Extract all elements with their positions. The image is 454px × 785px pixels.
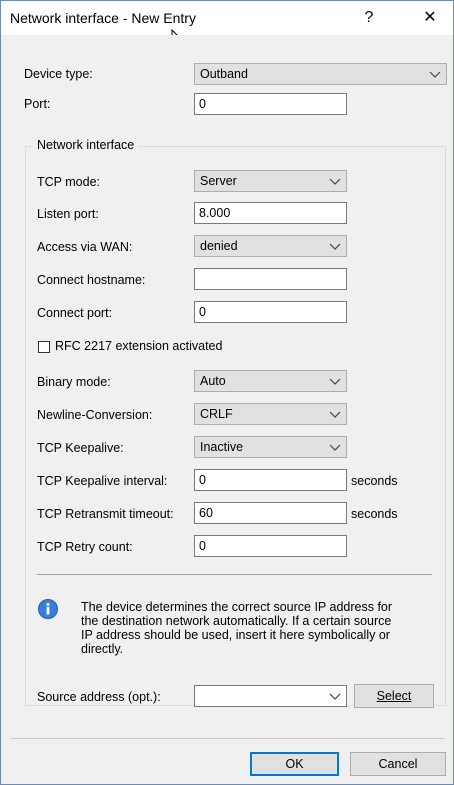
chevron-down-icon	[329, 243, 341, 250]
chevron-down-icon	[429, 71, 441, 78]
connect-hostname-field[interactable]	[194, 268, 347, 290]
access-wan-label: Access via WAN:	[37, 240, 133, 254]
info-line: directly.	[81, 642, 124, 656]
close-button[interactable]: ✕	[408, 5, 452, 31]
access-wan-value: denied	[200, 239, 238, 253]
ok-button[interactable]: OK	[250, 752, 339, 776]
binary-mode-select[interactable]: Auto	[194, 370, 347, 392]
device-type-value: Outband	[200, 67, 248, 81]
tcp-keepalive-label: TCP Keepalive:	[37, 441, 124, 455]
chevron-down-icon	[329, 378, 341, 385]
tcp-retransmit-label: TCP Retransmit timeout:	[37, 507, 174, 521]
tcp-mode-value: Server	[200, 174, 237, 188]
tcp-retransmit-field[interactable]: 60	[194, 502, 347, 524]
access-wan-select[interactable]: denied	[194, 235, 347, 257]
rfc2217-checkbox[interactable]	[38, 341, 50, 353]
tcp-keepalive-select[interactable]: Inactive	[194, 436, 347, 458]
dialog-window: Network interface - New Entry ? ✕ Device…	[0, 0, 454, 785]
listen-port-label: Listen port:	[37, 207, 99, 221]
network-interface-group-title: Network interface	[33, 138, 139, 152]
tcp-retry-count-field[interactable]: 0	[194, 535, 347, 557]
title-bar: Network interface - New Entry ? ✕	[1, 1, 453, 50]
rfc2217-label[interactable]: RFC 2217 extension activated	[55, 339, 222, 353]
select-button[interactable]: Select	[354, 684, 434, 708]
device-type-label: Device type:	[24, 67, 93, 81]
listen-port-field[interactable]: 8.000	[194, 202, 347, 224]
source-address-select[interactable]	[194, 685, 347, 707]
connect-port-label: Connect port:	[37, 306, 113, 320]
binary-mode-label: Binary mode:	[37, 375, 111, 389]
group-separator	[37, 574, 432, 575]
window-title: Network interface - New Entry	[10, 10, 196, 26]
chevron-down-icon	[329, 178, 341, 185]
tcp-retry-count-label: TCP Retry count:	[37, 540, 133, 554]
tcp-keepalive-value: Inactive	[200, 440, 244, 454]
dialog-body: Device type: Outband Port: 0 Network int…	[1, 35, 453, 784]
tcp-mode-label: TCP mode:	[37, 175, 100, 189]
footer-separator	[11, 738, 444, 739]
info-line: The device determines the correct source…	[81, 600, 393, 614]
connect-hostname-label: Connect hostname:	[37, 273, 146, 287]
port-field[interactable]: 0	[194, 93, 347, 115]
tcp-mode-select[interactable]: Server	[194, 170, 347, 192]
info-icon	[38, 599, 58, 619]
binary-mode-value: Auto	[200, 374, 226, 388]
cancel-button[interactable]: Cancel	[350, 752, 446, 776]
help-button[interactable]: ?	[347, 5, 391, 31]
newline-conversion-select[interactable]: CRLF	[194, 403, 347, 425]
source-address-label: Source address (opt.):	[37, 690, 161, 704]
tcp-keepalive-interval-label: TCP Keepalive interval:	[37, 474, 168, 488]
info-line: the destination network automatically. I…	[81, 614, 392, 628]
info-line: IP address should be used, insert it her…	[81, 628, 390, 642]
info-text: The device determines the correct source…	[81, 600, 431, 656]
chevron-down-icon	[329, 444, 341, 451]
newline-conversion-value: CRLF	[200, 407, 233, 421]
chevron-down-icon	[329, 411, 341, 418]
chevron-down-icon	[329, 693, 341, 700]
keepalive-interval-unit: seconds	[351, 474, 398, 488]
connect-port-field[interactable]: 0	[194, 301, 347, 323]
tcp-keepalive-interval-field[interactable]: 0	[194, 469, 347, 491]
retransmit-unit: seconds	[351, 507, 398, 521]
newline-conversion-label: Newline-Conversion:	[37, 408, 153, 422]
port-label: Port:	[24, 97, 51, 111]
device-type-select[interactable]: Outband	[194, 63, 447, 85]
